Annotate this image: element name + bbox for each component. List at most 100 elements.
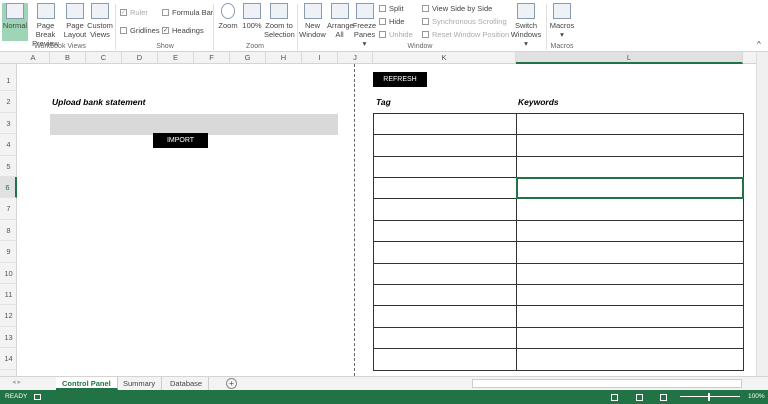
keywords-cell[interactable] bbox=[516, 241, 744, 264]
keywords-cell[interactable] bbox=[516, 348, 744, 371]
column-header-A[interactable]: A bbox=[17, 52, 50, 64]
unhide-button[interactable]: Unhide bbox=[379, 30, 413, 39]
row-header-6[interactable]: 6 bbox=[0, 177, 17, 199]
hide-button[interactable]: Hide bbox=[379, 17, 404, 26]
tag-cell[interactable] bbox=[373, 177, 517, 200]
keywords-cell[interactable] bbox=[516, 198, 744, 221]
keywords-cell[interactable] bbox=[516, 219, 744, 243]
new-window-icon bbox=[303, 3, 322, 19]
keywords-cell[interactable] bbox=[516, 155, 744, 178]
column-headers: ABCDEFGHIJKL bbox=[0, 52, 768, 64]
import-button[interactable]: IMPORT bbox=[153, 133, 208, 148]
column-header-I[interactable]: I bbox=[302, 52, 338, 64]
column-header-C[interactable]: C bbox=[86, 52, 122, 64]
tag-cell[interactable] bbox=[373, 262, 517, 285]
page-break-view-icon[interactable] bbox=[660, 394, 667, 401]
arrange-all-button[interactable]: Arrange All bbox=[327, 3, 354, 39]
page-break-line bbox=[354, 64, 355, 376]
column-header-H[interactable]: H bbox=[266, 52, 302, 64]
upload-input[interactable] bbox=[50, 113, 338, 135]
tab-scroll-icons[interactable]: ◂ ▸ bbox=[12, 378, 21, 386]
side-by-side-icon bbox=[422, 5, 429, 12]
row-header-12[interactable]: 12 bbox=[0, 305, 17, 327]
row-header-9[interactable]: 9 bbox=[0, 241, 17, 263]
add-sheet-button[interactable]: + bbox=[226, 378, 237, 389]
row-header-14[interactable]: 14 bbox=[0, 348, 17, 370]
window-group-label: Window bbox=[407, 43, 433, 50]
macro-record-icon[interactable] bbox=[34, 394, 41, 400]
keywords-cell[interactable] bbox=[516, 134, 744, 157]
row-header-2[interactable]: 2 bbox=[0, 91, 17, 113]
row-header-7[interactable]: 7 bbox=[0, 198, 17, 220]
unhide-icon bbox=[379, 31, 386, 38]
gridlines-checkbox[interactable]: Gridlines bbox=[120, 26, 160, 35]
keywords-cell[interactable] bbox=[516, 326, 744, 350]
column-header-B[interactable]: B bbox=[50, 52, 86, 64]
row-header-5[interactable]: 5 bbox=[0, 156, 17, 177]
column-header-D[interactable]: D bbox=[122, 52, 158, 64]
tag-cell[interactable] bbox=[373, 348, 517, 371]
row-header-11[interactable]: 11 bbox=[0, 284, 17, 306]
tag-cell[interactable] bbox=[373, 198, 517, 221]
formula-bar-checkbox[interactable]: Formula Bar bbox=[162, 8, 213, 17]
zoom-slider-thumb[interactable] bbox=[708, 393, 710, 401]
tag-cell[interactable] bbox=[373, 112, 517, 136]
macros-button[interactable]: Macros ▾ bbox=[549, 3, 575, 39]
row-header-8[interactable]: 8 bbox=[0, 220, 17, 242]
tag-cell[interactable] bbox=[373, 134, 517, 157]
selected-cell-L6[interactable] bbox=[516, 177, 744, 200]
tag-cell[interactable] bbox=[373, 284, 517, 307]
row-header-1[interactable]: 1 bbox=[0, 70, 17, 92]
page-layout-button[interactable]: Page Layout bbox=[63, 3, 87, 39]
tab-control-panel[interactable]: Control Panel bbox=[56, 377, 118, 390]
column-header-K[interactable]: K bbox=[373, 52, 516, 64]
view-side-by-side-button[interactable]: View Side by Side bbox=[422, 4, 492, 13]
custom-views-icon bbox=[91, 3, 109, 19]
switch-windows-button[interactable]: Switch Windows ▾ bbox=[508, 3, 544, 48]
refresh-button[interactable]: REFRESH bbox=[373, 72, 427, 87]
horizontal-scrollbar[interactable] bbox=[472, 379, 742, 388]
split-button[interactable]: Split bbox=[379, 4, 404, 13]
page-layout-view-icon[interactable] bbox=[636, 394, 643, 401]
row-header-10[interactable]: 10 bbox=[0, 263, 17, 284]
zoom-button[interactable]: Zoom bbox=[217, 3, 239, 30]
worksheet-grid[interactable]: Upload bank statement IMPORT REFRESH Tag Key… bbox=[17, 64, 756, 376]
column-header-G[interactable]: G bbox=[230, 52, 266, 64]
vertical-scrollbar[interactable] bbox=[756, 52, 768, 376]
normal-view-icon[interactable] bbox=[611, 394, 618, 401]
zoom-group-label: Zoom bbox=[246, 43, 264, 50]
zoom-level: 100% bbox=[748, 393, 765, 400]
collapse-ribbon-icon[interactable]: ^ bbox=[757, 40, 761, 49]
ruler-checkbox[interactable]: ✓ Ruler bbox=[120, 8, 148, 17]
row-header-3[interactable]: 3 bbox=[0, 113, 17, 135]
row-header-13[interactable]: 13 bbox=[0, 327, 17, 349]
column-header-J[interactable]: J bbox=[338, 52, 373, 64]
headings-checkbox[interactable]: ✓ Headings bbox=[162, 26, 204, 35]
column-header-E[interactable]: E bbox=[158, 52, 194, 64]
switch-windows-icon bbox=[517, 3, 535, 19]
keywords-cell[interactable] bbox=[516, 112, 744, 136]
new-window-button[interactable]: New Window bbox=[299, 3, 326, 39]
freeze-panes-button[interactable]: Freeze Panes ▾ bbox=[352, 3, 377, 48]
tag-cell[interactable] bbox=[373, 241, 517, 264]
row-header-4[interactable]: 4 bbox=[0, 134, 17, 156]
custom-views-button[interactable]: Custom Views bbox=[87, 3, 113, 39]
reset-window-position-button[interactable]: Reset Window Position bbox=[422, 30, 509, 39]
tag-cell[interactable] bbox=[373, 155, 517, 178]
page-break-preview-button[interactable]: Page Break Preview bbox=[29, 3, 62, 48]
zoom-to-selection-button[interactable]: Zoom to Selection bbox=[264, 3, 295, 39]
tag-cell[interactable] bbox=[373, 305, 517, 328]
keywords-cell[interactable] bbox=[516, 305, 744, 328]
keywords-cell[interactable] bbox=[516, 262, 744, 285]
column-header-F[interactable]: F bbox=[194, 52, 230, 64]
tag-cell[interactable] bbox=[373, 219, 517, 243]
synchronous-scrolling-button[interactable]: Synchronous Scrolling bbox=[422, 17, 507, 26]
zoom-slider[interactable] bbox=[680, 396, 740, 397]
tab-summary[interactable]: Summary bbox=[117, 377, 163, 390]
tab-database[interactable]: Database bbox=[164, 377, 210, 390]
zoom-100-button[interactable]: 100% bbox=[241, 3, 263, 30]
column-header-L[interactable]: L bbox=[516, 52, 743, 64]
keywords-cell[interactable] bbox=[516, 284, 744, 307]
normal-view-button[interactable]: Normal bbox=[2, 3, 28, 41]
tag-cell[interactable] bbox=[373, 326, 517, 350]
